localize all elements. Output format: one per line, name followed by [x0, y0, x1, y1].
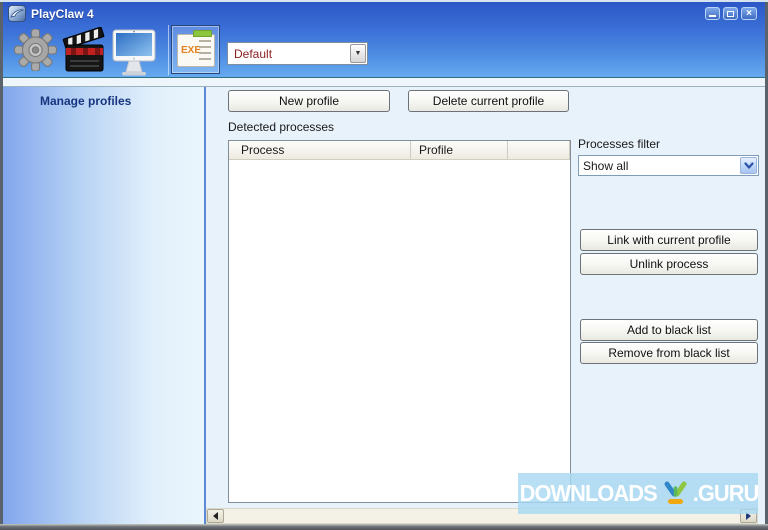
link-with-current-profile-button[interactable]: Link with current profile — [580, 229, 758, 251]
downloads-guru-watermark: DOWNLOADS .GURU — [518, 473, 760, 514]
exe-icon-tab — [193, 30, 212, 37]
minimize-button[interactable] — [705, 7, 720, 20]
profiles-tab-selected[interactable]: EXE — [171, 25, 220, 74]
processes-filter-dropdown[interactable]: Show all — [578, 155, 759, 176]
close-icon: × — [746, 7, 752, 19]
settings-tab[interactable] — [13, 28, 58, 76]
delete-current-profile-button[interactable]: Delete current profile — [408, 90, 569, 112]
monitor-icon — [111, 29, 157, 80]
close-button[interactable]: × — [741, 7, 757, 20]
window-title: PlayClaw 4 — [31, 7, 94, 21]
new-profile-button[interactable]: New profile — [228, 90, 390, 112]
maximize-icon — [727, 10, 734, 17]
display-tab[interactable] — [111, 28, 157, 81]
watermark-suffix: .GURU — [692, 480, 760, 506]
chevron-down-icon[interactable]: ▼ — [350, 44, 366, 63]
sidebar-item-manage-profiles[interactable]: Manage profiles — [40, 94, 131, 108]
profile-select-value: Default — [234, 46, 273, 61]
window-border-bottom — [0, 524, 768, 530]
exe-profile-icon: EXE — [177, 30, 215, 67]
chevron-down-icon[interactable] — [740, 157, 757, 174]
exe-icon-lines — [199, 40, 211, 64]
toolbar-separator — [168, 25, 169, 75]
process-list-body[interactable] — [229, 160, 570, 502]
process-list: Process Profile — [228, 140, 571, 503]
gear-icon — [13, 28, 58, 75]
column-header-process[interactable]: Process — [229, 141, 411, 159]
downloads-guru-logo-icon — [663, 481, 688, 507]
column-header-profile[interactable]: Profile — [411, 141, 508, 159]
add-to-black-list-button[interactable]: Add to black list — [580, 319, 758, 341]
maximize-button[interactable] — [723, 7, 738, 20]
minimize-icon — [709, 15, 716, 17]
sidebar: Manage profiles — [3, 87, 204, 524]
detected-processes-label: Detected processes — [228, 120, 335, 134]
arrow-left-icon — [209, 512, 218, 520]
profile-select-dropdown[interactable]: Default ▼ — [227, 42, 368, 65]
scroll-left-button[interactable] — [207, 509, 224, 523]
clapperboard-icon — [62, 26, 106, 79]
playclaw-logo-icon — [8, 5, 26, 22]
unlink-process-button[interactable]: Unlink process — [580, 253, 758, 275]
exe-icon-label: EXE — [181, 45, 202, 56]
processes-filter-label: Processes filter — [578, 137, 661, 151]
capture-tab[interactable] — [62, 26, 106, 80]
watermark-prefix: DOWNLOADS — [519, 480, 657, 506]
remove-from-black-list-button[interactable]: Remove from black list — [580, 342, 758, 364]
processes-filter-value: Show all — [583, 158, 629, 173]
process-list-header: Process Profile — [229, 141, 570, 160]
column-header-empty[interactable] — [508, 141, 570, 159]
playclaw-window: PlayClaw 4 × EXE Default ▼ Manage profil… — [0, 0, 768, 530]
